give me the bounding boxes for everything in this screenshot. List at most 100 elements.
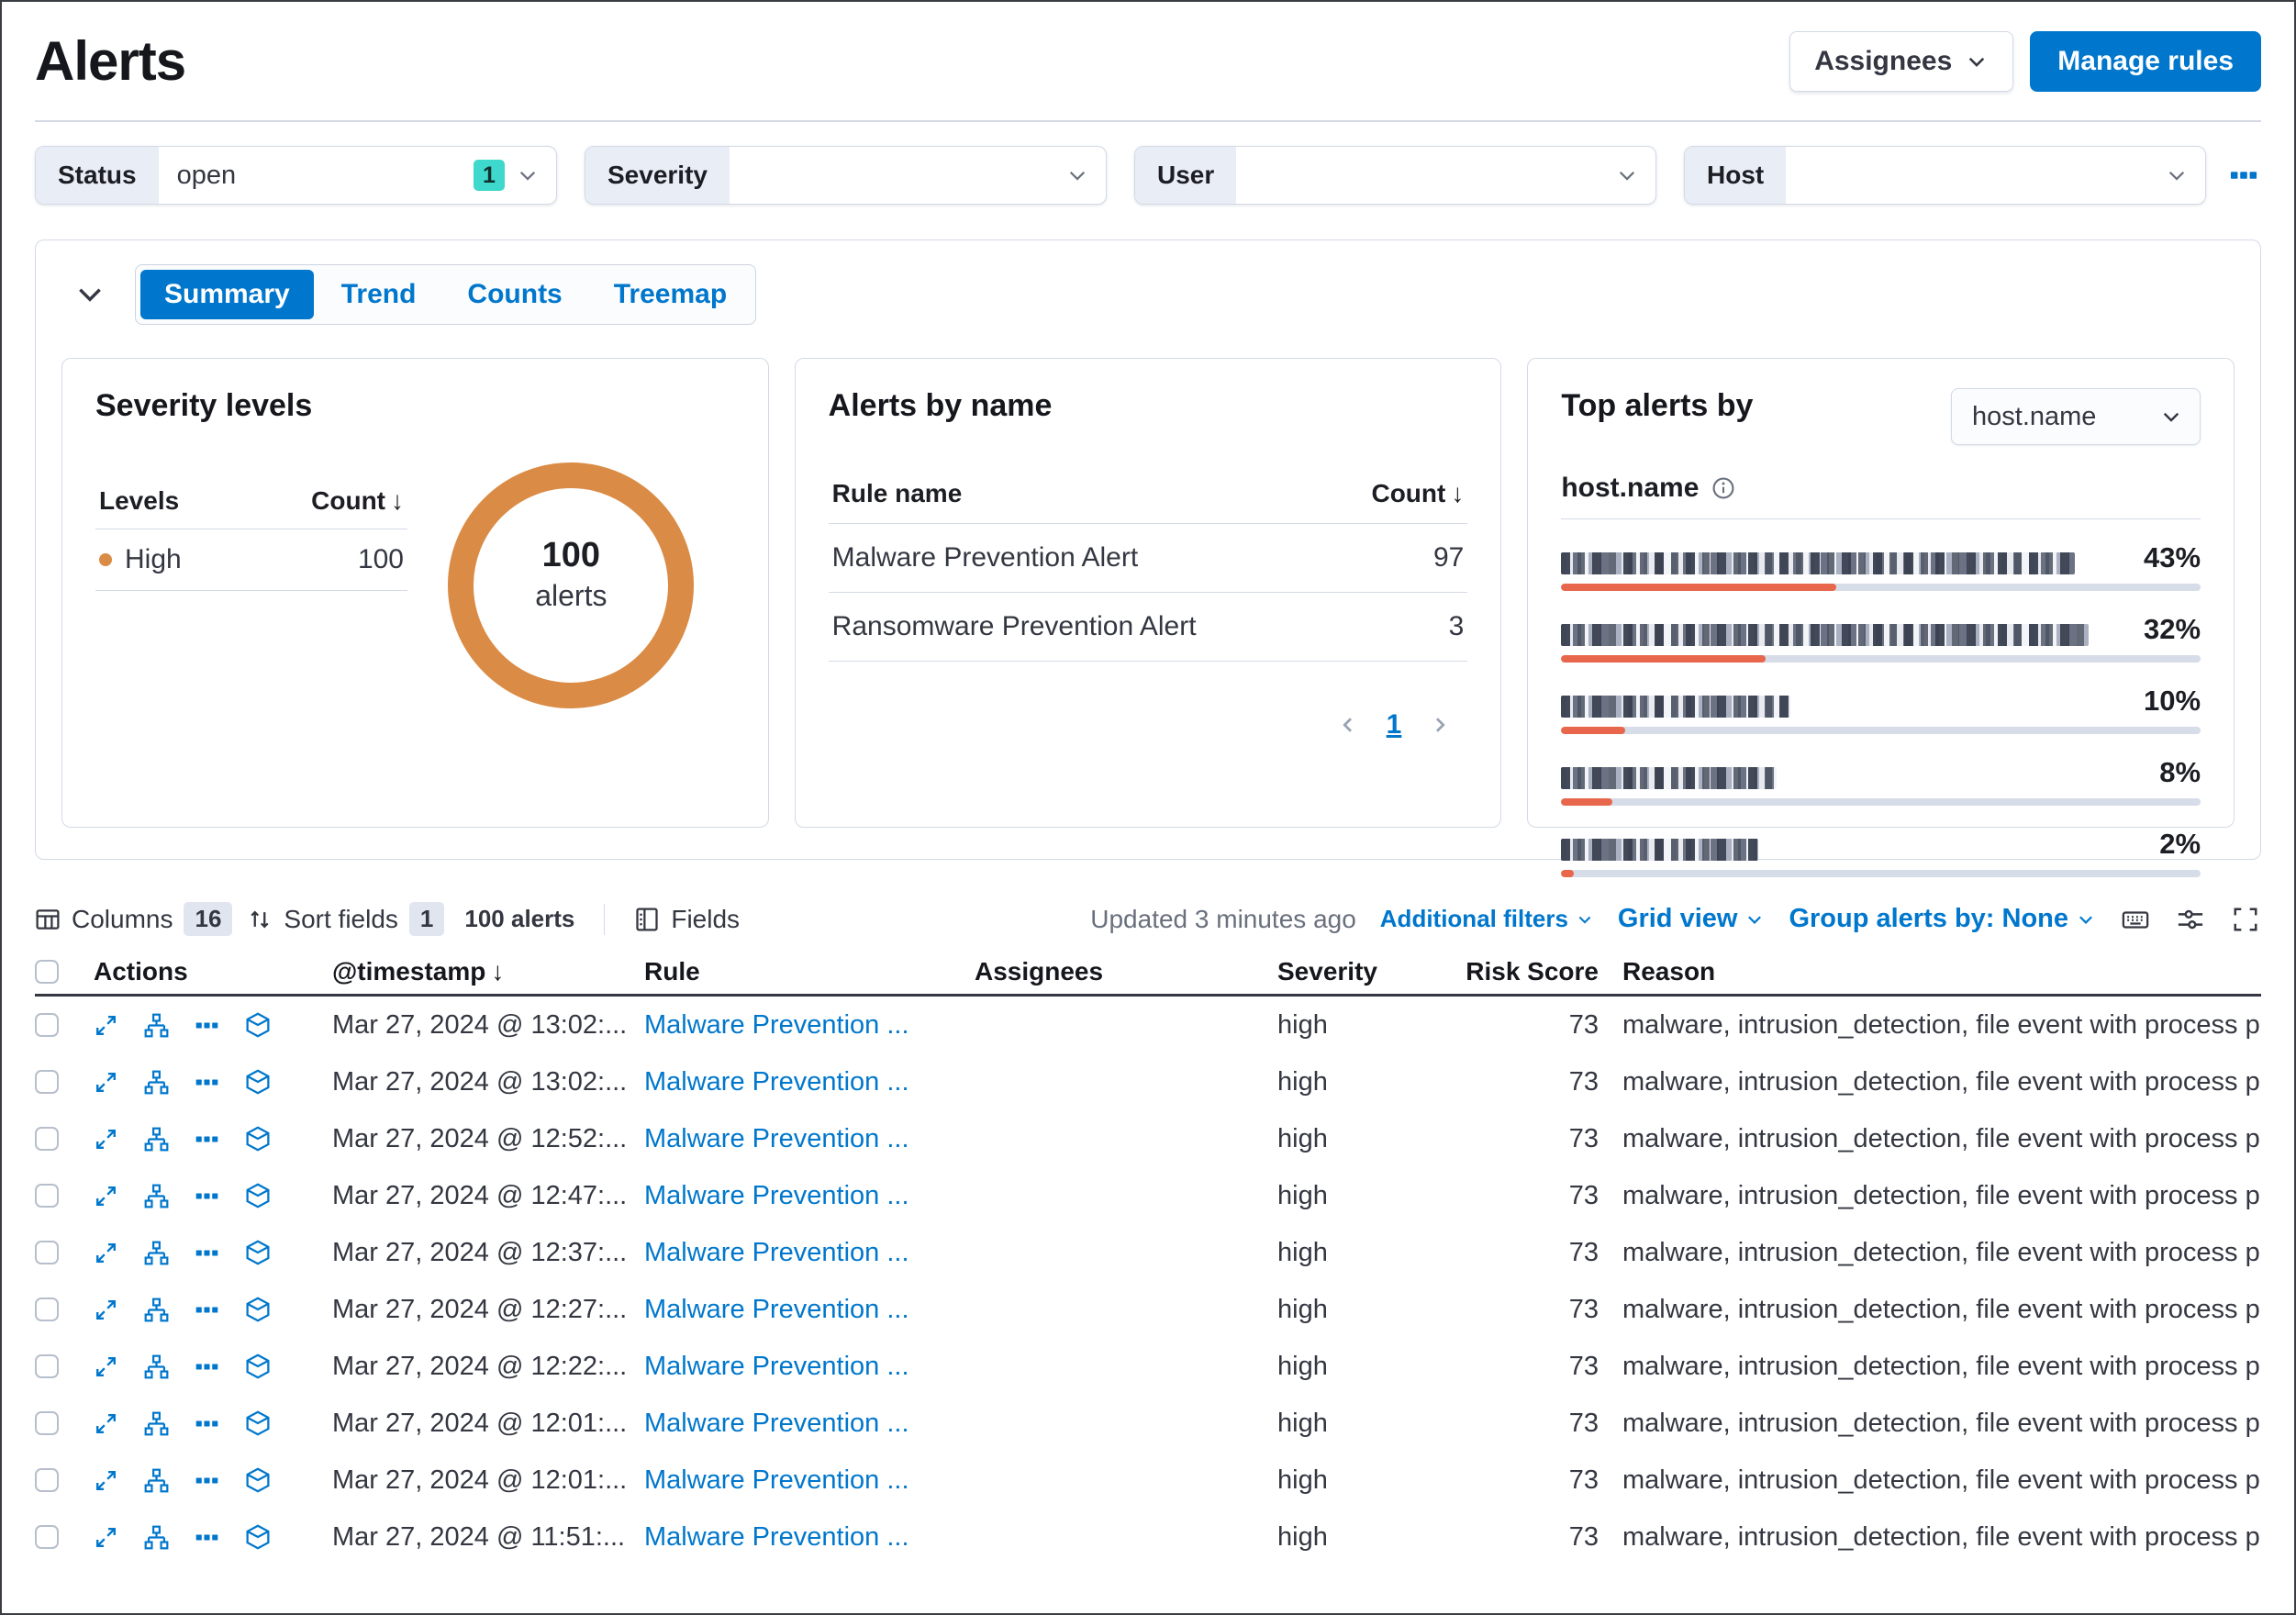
expand-alert-icon[interactable]	[94, 1411, 118, 1436]
display-options-icon[interactable]	[2175, 904, 2206, 935]
more-actions-icon[interactable]	[195, 1525, 219, 1550]
expand-alert-icon[interactable]	[94, 1127, 118, 1152]
expand-alert-icon[interactable]	[94, 1468, 118, 1493]
analyze-event-icon[interactable]	[144, 1013, 169, 1038]
count-column-header[interactable]: Count ↓	[1371, 479, 1464, 508]
row-checkbox[interactable]	[35, 1184, 59, 1208]
analyze-event-icon[interactable]	[144, 1241, 169, 1265]
page-number[interactable]: 1	[1387, 709, 1402, 741]
alert-row: Mar 27, 2024 @ 12:22:... Malware Prevent…	[35, 1338, 2261, 1395]
rule-link[interactable]: Malware Prevention ...	[644, 1409, 909, 1438]
count-column-header[interactable]: Count ↓	[311, 486, 404, 516]
row-checkbox[interactable]	[35, 1298, 59, 1321]
rule-link[interactable]: Malware Prevention ...	[644, 1010, 909, 1040]
row-checkbox[interactable]	[35, 1411, 59, 1435]
expand-alert-icon[interactable]	[94, 1241, 118, 1265]
columns-button[interactable]: Columns 16	[35, 902, 233, 936]
group-alerts-by-button[interactable]: Group alerts by: None	[1789, 904, 2096, 934]
timestamp-cell: Mar 27, 2024 @ 12:27:...	[332, 1294, 628, 1324]
grid-view-button[interactable]: Grid view	[1618, 904, 1766, 934]
reason-column-header[interactable]: Reason	[1608, 957, 2261, 986]
rule-column-header[interactable]: Rule	[644, 957, 975, 986]
collapse-charts-icon[interactable]	[61, 272, 118, 317]
session-view-icon[interactable]	[245, 1524, 271, 1550]
more-actions-icon[interactable]	[195, 1013, 219, 1038]
analyze-event-icon[interactable]	[144, 1127, 169, 1152]
row-checkbox[interactable]	[35, 1468, 59, 1492]
session-view-icon[interactable]	[245, 1353, 271, 1379]
rule-link[interactable]: Malware Prevention ...	[644, 1124, 909, 1153]
analyze-event-icon[interactable]	[144, 1411, 169, 1436]
top-alerts-title: Top alerts by	[1561, 388, 1754, 423]
fullscreen-icon[interactable]	[2230, 904, 2261, 935]
analyze-event-icon[interactable]	[144, 1525, 169, 1550]
more-actions-icon[interactable]	[195, 1184, 219, 1208]
analyze-event-icon[interactable]	[144, 1298, 169, 1322]
top-alerts-field-select[interactable]: host.name	[1951, 388, 2201, 445]
expand-alert-icon[interactable]	[94, 1070, 118, 1095]
row-checkbox[interactable]	[35, 1354, 59, 1378]
expand-alert-icon[interactable]	[94, 1354, 118, 1379]
rule-link[interactable]: Malware Prevention ...	[644, 1295, 909, 1324]
session-view-icon[interactable]	[245, 1467, 271, 1493]
chart-view-tab[interactable]: Counts	[443, 270, 585, 319]
additional-filters-button[interactable]: Additional filters	[1380, 905, 1594, 933]
session-view-icon[interactable]	[245, 1012, 271, 1038]
filter-group[interactable]: Host	[1684, 146, 2206, 205]
expand-alert-icon[interactable]	[94, 1013, 118, 1038]
expand-alert-icon[interactable]	[94, 1525, 118, 1550]
info-icon[interactable]	[1711, 476, 1735, 500]
sort-fields-button[interactable]: Sort fields 1	[247, 902, 445, 936]
row-checkbox[interactable]	[35, 1241, 59, 1264]
keyboard-shortcuts-icon[interactable]	[2120, 904, 2151, 935]
manage-rules-button[interactable]: Manage rules	[2030, 30, 2261, 92]
more-actions-icon[interactable]	[195, 1411, 219, 1436]
session-view-icon[interactable]	[245, 1126, 271, 1152]
chart-view-tab[interactable]: Trend	[318, 270, 440, 319]
timestamp-column-header[interactable]: @timestamp ↓	[332, 957, 644, 986]
fields-button[interactable]: Fields	[634, 905, 740, 934]
next-page-icon[interactable]	[1425, 710, 1455, 740]
chart-view-tabs: Summary Trend Counts Treemap	[135, 264, 757, 325]
analyze-event-icon[interactable]	[144, 1184, 169, 1208]
more-actions-icon[interactable]	[195, 1354, 219, 1379]
filter-group[interactable]: User	[1134, 146, 1656, 205]
filter-group[interactable]: Status open 1	[35, 146, 557, 205]
severity-column-header[interactable]: Severity	[1277, 957, 1461, 986]
more-filters-icon[interactable]	[2226, 158, 2261, 193]
row-checkbox[interactable]	[35, 1070, 59, 1094]
expand-alert-icon[interactable]	[94, 1298, 118, 1322]
select-all-checkbox[interactable]	[35, 959, 59, 984]
previous-page-icon[interactable]	[1333, 710, 1363, 740]
analyze-event-icon[interactable]	[144, 1354, 169, 1379]
assignees-column-header[interactable]: Assignees	[975, 957, 1277, 986]
rule-link[interactable]: Malware Prevention ...	[644, 1352, 909, 1381]
row-checkbox[interactable]	[35, 1013, 59, 1037]
assignees-button[interactable]: Assignees	[1789, 30, 2014, 92]
expand-alert-icon[interactable]	[94, 1184, 118, 1208]
rule-link[interactable]: Malware Prevention ...	[644, 1465, 909, 1495]
row-checkbox[interactable]	[35, 1525, 59, 1549]
risk-score-column-header[interactable]: Risk Score	[1461, 957, 1608, 986]
rule-link[interactable]: Malware Prevention ...	[644, 1181, 909, 1210]
session-view-icon[interactable]	[245, 1069, 271, 1095]
session-view-icon[interactable]	[245, 1183, 271, 1208]
rule-link[interactable]: Malware Prevention ...	[644, 1067, 909, 1097]
actions-column-header: Actions	[94, 956, 188, 986]
more-actions-icon[interactable]	[195, 1070, 219, 1095]
more-actions-icon[interactable]	[195, 1127, 219, 1152]
chart-view-tab[interactable]: Summary	[140, 270, 314, 319]
session-view-icon[interactable]	[245, 1297, 271, 1322]
analyze-event-icon[interactable]	[144, 1070, 169, 1095]
rule-link[interactable]: Malware Prevention ...	[644, 1238, 909, 1267]
chart-view-tab[interactable]: Treemap	[590, 270, 751, 319]
session-view-icon[interactable]	[245, 1410, 271, 1436]
row-checkbox[interactable]	[35, 1127, 59, 1151]
session-view-icon[interactable]	[245, 1240, 271, 1265]
rule-link[interactable]: Malware Prevention ...	[644, 1522, 909, 1552]
more-actions-icon[interactable]	[195, 1241, 219, 1265]
more-actions-icon[interactable]	[195, 1468, 219, 1493]
filter-group[interactable]: Severity	[585, 146, 1107, 205]
more-actions-icon[interactable]	[195, 1298, 219, 1322]
analyze-event-icon[interactable]	[144, 1468, 169, 1493]
